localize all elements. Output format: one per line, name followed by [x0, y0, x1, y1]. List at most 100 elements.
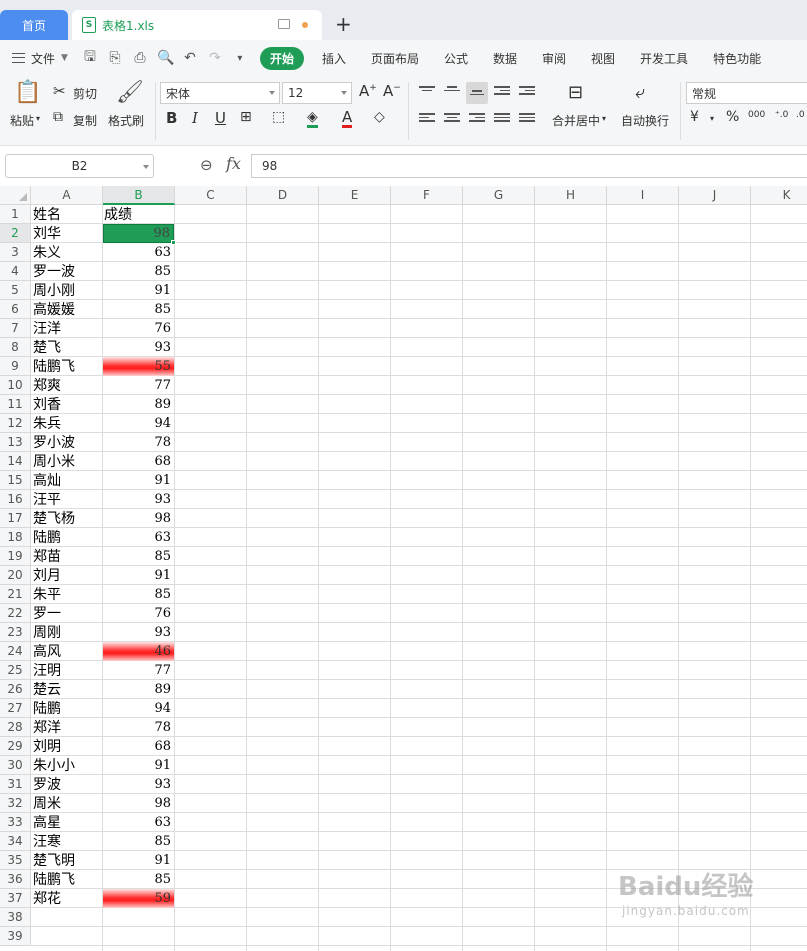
- row-header-22[interactable]: 22: [0, 604, 31, 623]
- font-name-select[interactable]: 宋体: [160, 82, 280, 104]
- cell-b19[interactable]: 85: [103, 547, 174, 566]
- row-header-36[interactable]: 36: [0, 870, 31, 889]
- align-center-icon[interactable]: [444, 113, 460, 125]
- cell-b25[interactable]: 77: [103, 661, 174, 680]
- row-header-20[interactable]: 20: [0, 566, 31, 585]
- thousands-separator-icon[interactable]: 000: [748, 110, 765, 120]
- row-header-15[interactable]: 15: [0, 471, 31, 490]
- distribute-icon[interactable]: [519, 113, 535, 125]
- italic-icon[interactable]: I: [192, 109, 198, 127]
- ribbon-tab-review[interactable]: 审阅: [542, 50, 566, 67]
- cell-a25[interactable]: 汪明: [32, 661, 102, 680]
- row-header-13[interactable]: 13: [0, 433, 31, 452]
- ribbon-tab-insert[interactable]: 插入: [322, 50, 346, 67]
- cell-b3[interactable]: 63: [103, 243, 174, 262]
- cell-a27[interactable]: 陆鹏: [32, 699, 102, 718]
- cell-a31[interactable]: 罗波: [32, 775, 102, 794]
- row-header-18[interactable]: 18: [0, 528, 31, 547]
- column-header-f[interactable]: F: [391, 186, 463, 205]
- fill-color-icon[interactable]: ◈: [307, 109, 318, 128]
- cell-a21[interactable]: 朱平: [32, 585, 102, 604]
- cell-a10[interactable]: 郑爽: [32, 376, 102, 395]
- row-header-19[interactable]: 19: [0, 547, 31, 566]
- font-size-select[interactable]: 12: [282, 82, 352, 104]
- percent-icon[interactable]: %: [726, 109, 739, 125]
- format-painter-button[interactable]: 格式刷: [108, 112, 144, 129]
- row-header-26[interactable]: 26: [0, 680, 31, 699]
- paste-dropdown-icon[interactable]: ▾: [36, 114, 40, 123]
- merge-center-icon[interactable]: ⊟: [568, 82, 583, 103]
- row-header-35[interactable]: 35: [0, 851, 31, 870]
- increase-decimal-icon[interactable]: ⁺.0: [775, 110, 788, 120]
- cell-a11[interactable]: 刘香: [32, 395, 102, 414]
- cell-b4[interactable]: 85: [103, 262, 174, 281]
- row-header-25[interactable]: 25: [0, 661, 31, 680]
- cell-a29[interactable]: 刘明: [32, 737, 102, 756]
- row-header-9[interactable]: 9: [0, 357, 31, 376]
- row-header-31[interactable]: 31: [0, 775, 31, 794]
- shapes-icon[interactable]: ⬚: [272, 109, 285, 125]
- cell-b26[interactable]: 89: [103, 680, 174, 699]
- decrease-decimal-icon[interactable]: .0: [796, 110, 805, 120]
- monitor-icon[interactable]: [278, 19, 290, 29]
- merge-dropdown-icon[interactable]: ▾: [602, 114, 606, 123]
- cell-b29[interactable]: 68: [103, 737, 174, 756]
- print-icon[interactable]: ⎙: [132, 50, 148, 66]
- row-header-23[interactable]: 23: [0, 623, 31, 642]
- ribbon-tab-developer[interactable]: 开发工具: [640, 50, 688, 67]
- print-preview-icon[interactable]: 🔍: [157, 50, 174, 66]
- row-header-12[interactable]: 12: [0, 414, 31, 433]
- column-header-h[interactable]: H: [535, 186, 607, 205]
- cell-b5[interactable]: 91: [103, 281, 174, 300]
- cell-b16[interactable]: 93: [103, 490, 174, 509]
- cell-b21[interactable]: 85: [103, 585, 174, 604]
- formula-input[interactable]: 98: [251, 154, 807, 178]
- row-header-17[interactable]: 17: [0, 509, 31, 528]
- zoom-search-icon[interactable]: ⊖: [200, 156, 213, 174]
- new-tab-plus-icon[interactable]: +: [335, 12, 352, 36]
- row-header-14[interactable]: 14: [0, 452, 31, 471]
- row-header-29[interactable]: 29: [0, 737, 31, 756]
- eraser-icon[interactable]: ◇: [374, 109, 385, 125]
- cell-b37[interactable]: 59: [103, 889, 174, 908]
- row-header-10[interactable]: 10: [0, 376, 31, 395]
- row-header-38[interactable]: 38: [0, 908, 31, 927]
- cell-b18[interactable]: 63: [103, 528, 174, 547]
- merge-center-button[interactable]: 合并居中: [552, 112, 600, 129]
- cell-b20[interactable]: 91: [103, 566, 174, 585]
- tab-home[interactable]: 首页: [0, 10, 68, 40]
- name-box[interactable]: B2: [5, 154, 154, 178]
- currency-dropdown-icon[interactable]: ▾: [710, 114, 714, 123]
- cell-a35[interactable]: 楚飞明: [32, 851, 102, 870]
- cell-b9[interactable]: 55: [103, 357, 174, 376]
- cell-b14[interactable]: 68: [103, 452, 174, 471]
- row-header-7[interactable]: 7: [0, 319, 31, 338]
- select-all-corner[interactable]: [0, 186, 31, 205]
- number-format-select[interactable]: 常规: [686, 82, 807, 104]
- cell-a20[interactable]: 刘月: [32, 566, 102, 585]
- column-header-k[interactable]: K: [751, 186, 807, 205]
- save-icon[interactable]: 🖫: [82, 46, 98, 70]
- cell-a34[interactable]: 汪寒: [32, 832, 102, 851]
- cell-b36[interactable]: 85: [103, 870, 174, 889]
- cell-b12[interactable]: 94: [103, 414, 174, 433]
- ribbon-tab-features[interactable]: 特色功能: [713, 50, 761, 67]
- row-header-24[interactable]: 24: [0, 642, 31, 661]
- column-header-b[interactable]: B: [103, 186, 175, 205]
- cell-b27[interactable]: 94: [103, 699, 174, 718]
- cell-b15[interactable]: 91: [103, 471, 174, 490]
- row-header-2[interactable]: 2: [0, 224, 31, 243]
- cell-a15[interactable]: 高灿: [32, 471, 102, 490]
- cell-a5[interactable]: 周小刚: [32, 281, 102, 300]
- currency-icon[interactable]: ¥: [690, 109, 699, 125]
- cell-a6[interactable]: 高媛媛: [32, 300, 102, 319]
- cell-a28[interactable]: 郑洋: [32, 718, 102, 737]
- font-color-icon[interactable]: A: [342, 109, 353, 128]
- cell-b32[interactable]: 98: [103, 794, 174, 813]
- cell-a23[interactable]: 周刚: [32, 623, 102, 642]
- row-header-21[interactable]: 21: [0, 585, 31, 604]
- cell-a36[interactable]: 陆鹏飞: [32, 870, 102, 889]
- cell-b33[interactable]: 63: [103, 813, 174, 832]
- export-icon[interactable]: ⎘: [107, 50, 123, 66]
- cell-b22[interactable]: 76: [103, 604, 174, 623]
